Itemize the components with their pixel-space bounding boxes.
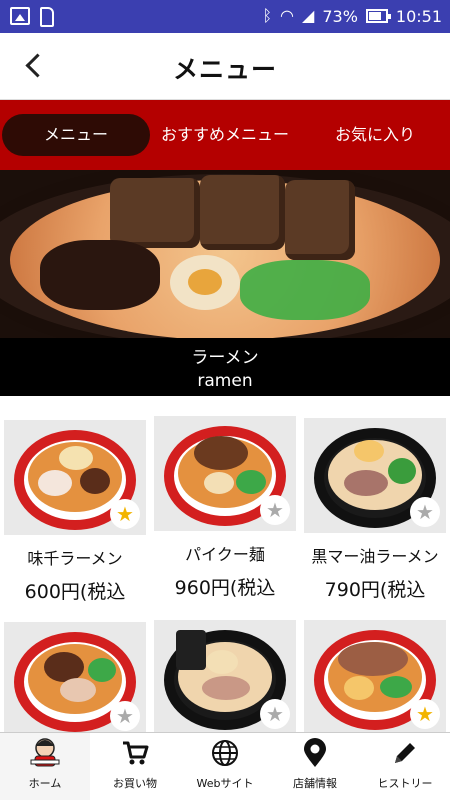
nav-shopping[interactable]: お買い物 bbox=[90, 733, 180, 800]
menu-item-price: 960円(税込 bbox=[174, 577, 276, 599]
nav-store-info[interactable]: 店舗情報 bbox=[270, 733, 360, 800]
clock: 10:51 bbox=[395, 6, 442, 26]
page-title: メニュー bbox=[172, 55, 277, 84]
mascot-icon bbox=[0, 733, 90, 773]
menu-item-photo: ★ bbox=[154, 620, 296, 732]
nav-store-info-label: 店舗情報 bbox=[293, 777, 337, 790]
menu-grid: ★ 味千ラーメン 600円(税込 ★ パイクー麺 960円(税込 ★ 黒マー油ラ… bbox=[0, 396, 450, 732]
tab-bar: メニュー おすすめメニュー お気に入り bbox=[0, 100, 450, 170]
menu-item-photo: ★ bbox=[4, 622, 146, 732]
favorite-star-icon[interactable]: ★ bbox=[410, 497, 440, 527]
nav-shopping-label: お買い物 bbox=[113, 777, 157, 790]
category-name-jp: ラーメン bbox=[191, 348, 259, 368]
status-bar: ᛒ ◠ ◢ 73% 10:51 bbox=[0, 0, 450, 33]
location-pin-icon bbox=[270, 733, 360, 773]
nav-history[interactable]: ヒストリー bbox=[360, 733, 450, 800]
menu-item[interactable]: ★ 黒マー油ラーメン 790円(税込 bbox=[304, 418, 446, 602]
menu-item-price: 600円(税込 bbox=[24, 581, 126, 603]
nav-home-label: ホーム bbox=[28, 777, 62, 790]
battery-icon bbox=[365, 9, 391, 23]
menu-item[interactable]: ★ bbox=[4, 622, 146, 732]
wifi-icon: ◠ bbox=[280, 6, 295, 25]
app-header: メニュー bbox=[0, 33, 450, 100]
pencil-icon bbox=[360, 733, 450, 773]
globe-icon bbox=[180, 733, 270, 773]
menu-item[interactable]: ★ パイクー麺 960円(税込 bbox=[154, 416, 296, 600]
favorite-star-icon[interactable]: ★ bbox=[410, 699, 440, 729]
cart-icon bbox=[90, 733, 180, 773]
nav-website-label: Webサイト bbox=[196, 777, 254, 790]
tab-favorites[interactable]: お気に入り bbox=[300, 114, 450, 156]
category-name-en: ramen bbox=[197, 371, 253, 391]
category-caption: ラーメン ramen bbox=[0, 338, 450, 396]
favorite-star-icon[interactable]: ★ bbox=[260, 495, 290, 525]
image-icon bbox=[10, 7, 30, 25]
tab-recommended[interactable]: おすすめメニュー bbox=[150, 114, 300, 156]
nav-website[interactable]: Webサイト bbox=[180, 733, 270, 800]
category-hero-image bbox=[0, 170, 450, 338]
menu-item-photo: ★ bbox=[304, 620, 446, 732]
battery-percent: 73% bbox=[322, 6, 358, 26]
sd-card-icon bbox=[40, 7, 54, 27]
menu-item[interactable]: ★ bbox=[154, 620, 296, 732]
favorite-star-icon[interactable]: ★ bbox=[260, 699, 290, 729]
nav-home[interactable]: ホーム bbox=[0, 733, 90, 800]
signal-icon: ◢ bbox=[302, 6, 315, 25]
favorite-star-icon[interactable]: ★ bbox=[110, 499, 140, 529]
menu-item-photo: ★ bbox=[304, 418, 446, 533]
bluetooth-icon: ᛒ bbox=[262, 6, 273, 25]
tab-menu[interactable]: メニュー bbox=[2, 114, 150, 156]
menu-item[interactable]: ★ 味千ラーメン 600円(税込 bbox=[4, 420, 146, 604]
menu-item-price: 790円(税込 bbox=[324, 579, 426, 601]
menu-item-name: 黒マー油ラーメン bbox=[311, 547, 439, 566]
menu-item[interactable]: ★ bbox=[304, 620, 446, 732]
menu-item-name: 味千ラーメン bbox=[27, 549, 123, 568]
menu-item-photo: ★ bbox=[154, 416, 296, 531]
favorite-star-icon[interactable]: ★ bbox=[110, 701, 140, 731]
nav-history-label: ヒストリー bbox=[377, 777, 433, 790]
menu-item-photo: ★ bbox=[4, 420, 146, 535]
bottom-nav: ホーム お買い物 Webサイト 店舗情報 ヒストリー bbox=[0, 732, 450, 800]
menu-item-name: パイクー麺 bbox=[185, 545, 265, 564]
